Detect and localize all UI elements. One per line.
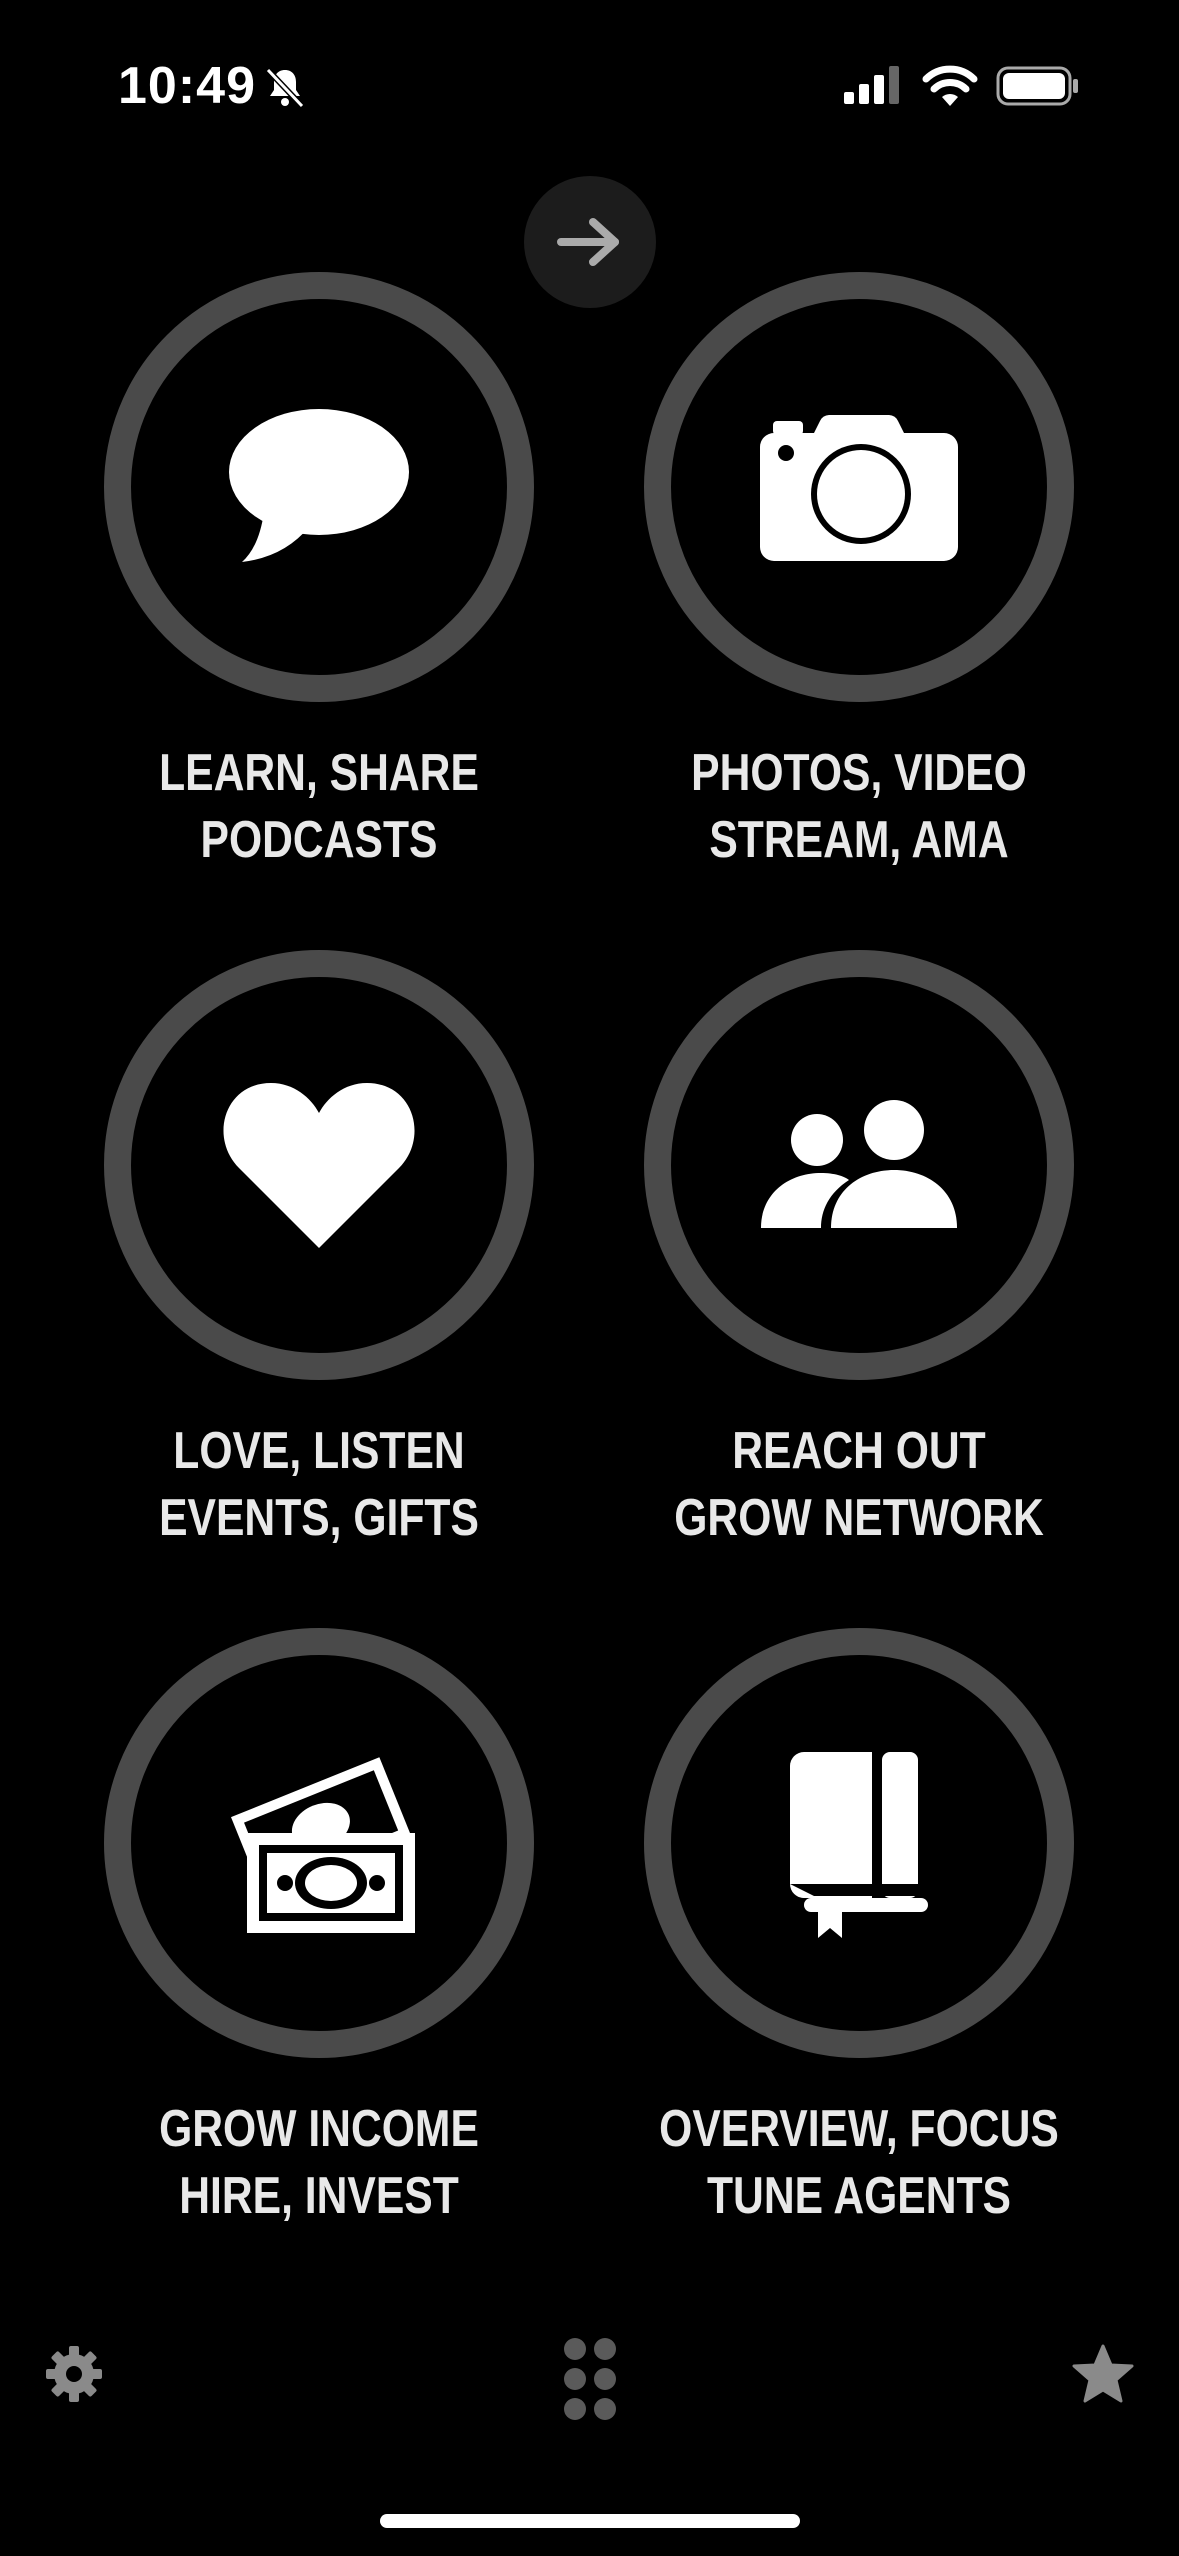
bottom-tab-bar	[0, 2300, 1179, 2460]
bell-slash-icon	[265, 67, 305, 109]
tile-label: OVERVIEW, FOCUS TUNE AGENTS	[659, 2100, 1059, 2225]
tile-ring	[104, 272, 534, 702]
tile-label: PHOTOS, VIDEO STREAM, AMA	[691, 744, 1027, 869]
signal-icon	[844, 66, 899, 104]
people-icon	[761, 1099, 957, 1228]
home-indicator[interactable]	[380, 2514, 800, 2528]
tile-label: LOVE, LISTEN EVENTS, GIFTS	[159, 1422, 479, 1547]
tile-label: REACH OUT GROW NETWORK	[674, 1422, 1044, 1547]
tile-ring	[104, 950, 534, 1380]
tile-label: GROW INCOME HIRE, INVEST	[159, 2100, 479, 2225]
tile-ring	[104, 1628, 534, 2058]
arrow-right-icon	[557, 218, 619, 266]
grid-dots-icon[interactable]	[560, 2334, 620, 2424]
star-icon[interactable]	[1072, 2344, 1134, 2404]
gear-icon[interactable]	[44, 2344, 104, 2404]
status-bar: 10:49	[0, 0, 1179, 150]
tile-label: LEARN, SHARE PODCASTS	[159, 744, 479, 869]
status-time: 10:49	[118, 57, 256, 115]
book-icon	[790, 1752, 928, 1938]
tile-ring	[644, 950, 1074, 1380]
heart-icon	[223, 1082, 415, 1248]
tile-ring	[644, 1628, 1074, 2058]
next-button[interactable]	[524, 176, 656, 308]
camera-icon	[760, 415, 958, 561]
money-icon	[231, 1757, 415, 1933]
speech-bubble-icon	[229, 409, 409, 562]
tile-ring	[644, 272, 1074, 702]
wifi-icon	[922, 65, 978, 106]
battery-icon	[996, 66, 1078, 106]
